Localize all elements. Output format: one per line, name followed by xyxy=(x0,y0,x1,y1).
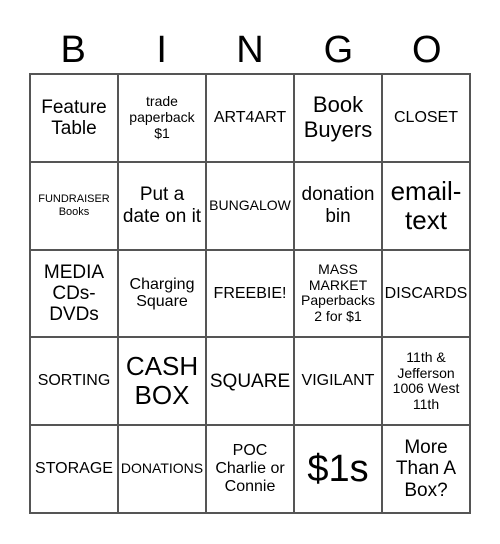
bingo-cell[interactable]: BUNGALOW xyxy=(206,161,294,250)
bingo-cell[interactable]: FUNDRAISER Books xyxy=(30,161,118,250)
bingo-cell[interactable]: SQUARE xyxy=(206,337,294,426)
bingo-cell[interactable]: Feature Table xyxy=(30,74,118,162)
bingo-cell[interactable]: donation bin xyxy=(294,161,382,250)
bingo-cell[interactable]: CLOSET xyxy=(382,74,470,162)
bingo-cell[interactable]: MEDIA CDs-DVDs xyxy=(30,249,118,338)
header-letter-g: G xyxy=(323,29,354,71)
bingo-cell[interactable]: POC Charlie or Connie xyxy=(206,425,294,513)
bingo-cell[interactable]: VIGILANT xyxy=(294,337,382,426)
bingo-cell[interactable]: DISCARDS xyxy=(382,249,470,338)
bingo-cell[interactable]: SORTING xyxy=(30,337,118,426)
header-letter-b: B xyxy=(60,29,86,71)
bingo-cell[interactable]: STORAGE xyxy=(30,425,118,513)
header-letter-o: O xyxy=(412,29,442,71)
bingo-cell[interactable]: More Than A Box? xyxy=(382,425,470,513)
bingo-cell[interactable]: Put a date on it xyxy=(118,161,206,250)
bingo-cell[interactable]: FREEBIE! xyxy=(206,249,294,338)
header-letter-n: N xyxy=(236,29,264,71)
bingo-cell[interactable]: 11th & Jefferson 1006 West 11th xyxy=(382,337,470,426)
bingo-card-grid: Feature Table trade paperback $1 ART4ART Bo… xyxy=(29,73,471,514)
bingo-header: B I N G O xyxy=(29,28,471,72)
bingo-cell[interactable]: Book Buyers xyxy=(294,74,382,162)
bingo-cell[interactable]: ART4ART xyxy=(206,74,294,162)
bingo-cell[interactable]: DONATIONS xyxy=(118,425,206,513)
bingo-cell[interactable]: email-text xyxy=(382,161,470,250)
bingo-cell[interactable]: $1s xyxy=(294,425,382,513)
bingo-cell[interactable]: Charging Square xyxy=(118,249,206,338)
header-letter-i: I xyxy=(156,29,167,71)
bingo-cell[interactable]: CASH BOX xyxy=(118,337,206,426)
bingo-cell[interactable]: trade paperback $1 xyxy=(118,74,206,162)
bingo-cell[interactable]: MASS MARKET Paperbacks 2 for $1 xyxy=(294,249,382,338)
